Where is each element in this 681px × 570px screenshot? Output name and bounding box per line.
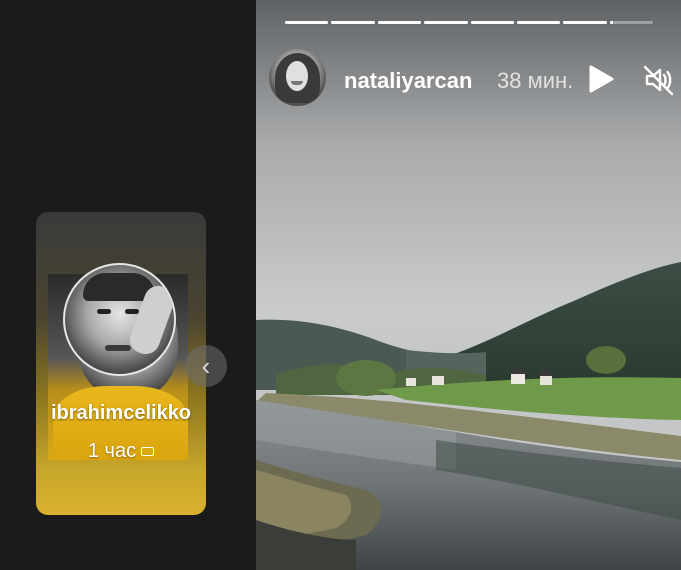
speaker-muted-icon xyxy=(643,65,674,96)
play-icon xyxy=(589,65,614,93)
story-time: 38 мин. xyxy=(497,68,574,93)
previous-story-card[interactable]: ibrahimcelikko 1 час xyxy=(36,212,206,515)
previous-story-username: ibrahimcelikko xyxy=(50,402,192,424)
mute-button[interactable] xyxy=(643,64,675,96)
story-viewer[interactable]: nataliyarcan 38 мин. xyxy=(256,0,681,570)
left-pane: ibrahimcelikko 1 час xyxy=(0,0,256,570)
chevron-left-icon: ‹ xyxy=(201,351,211,381)
previous-story-button[interactable]: ‹ xyxy=(185,345,227,387)
story-progress-segment xyxy=(609,21,653,24)
story-progress-segment xyxy=(331,21,375,24)
story-progress-segment xyxy=(285,21,329,24)
story-progress-segment xyxy=(377,21,422,24)
captions-icon xyxy=(141,447,155,456)
story-progress-bar xyxy=(285,21,653,25)
story-progress-segment xyxy=(563,21,607,24)
story-progress-segment xyxy=(516,21,561,24)
previous-story-time: 1 час xyxy=(36,440,206,463)
previous-story-avatar xyxy=(63,263,176,376)
story-avatar[interactable] xyxy=(269,49,326,106)
play-button[interactable] xyxy=(587,64,615,94)
story-progress-segment xyxy=(424,21,468,24)
story-progress-segment xyxy=(470,21,514,24)
story-username[interactable]: nataliyarcan xyxy=(344,68,472,94)
